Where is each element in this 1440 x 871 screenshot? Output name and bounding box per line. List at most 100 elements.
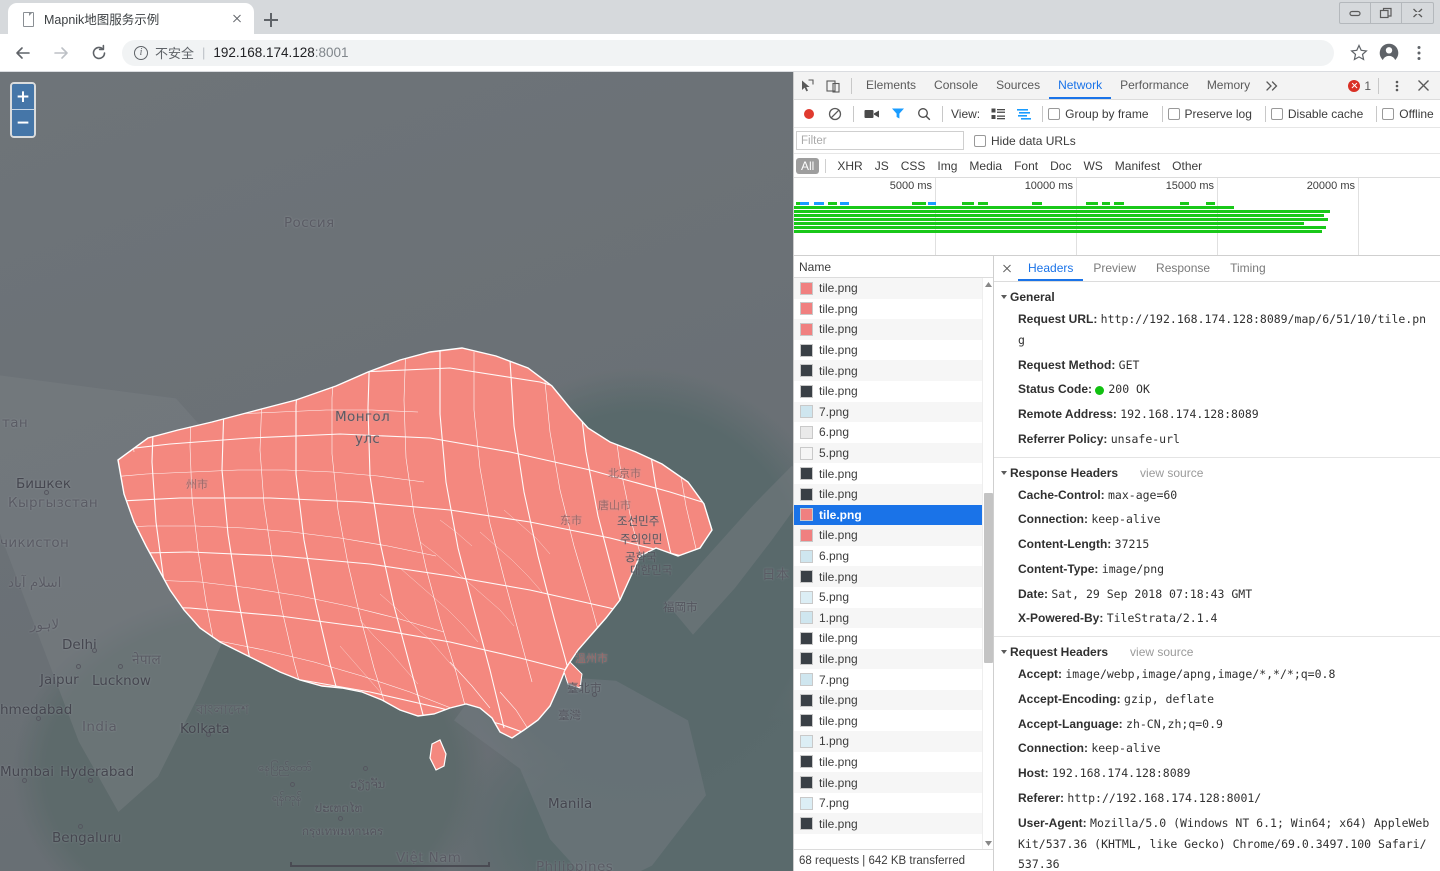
star-icon[interactable] xyxy=(1344,38,1374,68)
checkbox-disable-cache[interactable]: Disable cache xyxy=(1270,107,1363,121)
reload-icon[interactable] xyxy=(84,38,114,68)
type-filter-other[interactable]: Other xyxy=(1167,158,1207,174)
clear-icon[interactable] xyxy=(822,101,848,127)
inspect-element-icon[interactable] xyxy=(794,73,820,99)
scroll-up-icon[interactable] xyxy=(983,278,993,290)
table-row[interactable]: tile.png xyxy=(794,689,993,711)
tab-memory[interactable]: Memory xyxy=(1198,72,1259,99)
more-vertical-icon[interactable] xyxy=(1404,38,1434,68)
table-row[interactable]: tile.png xyxy=(794,628,993,649)
table-row[interactable]: tile.png xyxy=(794,813,993,835)
type-filter-css[interactable]: CSS xyxy=(896,158,931,174)
general-section-header[interactable]: General xyxy=(994,287,1440,307)
table-row[interactable]: 1.png xyxy=(794,607,993,629)
table-row[interactable]: tile.png xyxy=(794,340,993,361)
resource-thumbnail-icon xyxy=(800,405,813,419)
detail-tab-timing[interactable]: Timing xyxy=(1220,256,1276,281)
detail-tab-response[interactable]: Response xyxy=(1146,256,1220,281)
chevron-double-right-icon[interactable] xyxy=(1259,73,1285,99)
checkbox-group-by-frame[interactable]: Group by frame xyxy=(1048,107,1149,121)
response-headers-section-header[interactable]: Response Headers view source xyxy=(994,463,1440,483)
type-filter-ws[interactable]: WS xyxy=(1078,158,1107,174)
table-row[interactable]: tile.png xyxy=(794,483,993,505)
type-filter-img[interactable]: Img xyxy=(932,158,962,174)
view-source-link[interactable]: view source xyxy=(1140,466,1203,480)
tab-console[interactable]: Console xyxy=(925,72,987,99)
type-filter-xhr[interactable]: XHR xyxy=(832,158,867,174)
list-view-icon[interactable] xyxy=(985,101,1011,127)
close-icon[interactable] xyxy=(1410,73,1436,99)
back-arrow-icon[interactable] xyxy=(8,38,38,68)
request-headers-section-header[interactable]: Request Headers view source xyxy=(994,642,1440,662)
close-icon[interactable] xyxy=(1402,3,1433,23)
request-list-scroll[interactable]: tile.png tile.png tile.png tile.png tile.png… xyxy=(794,278,993,849)
zoom-out-button[interactable]: − xyxy=(12,110,34,136)
type-filter-js[interactable]: JS xyxy=(870,158,894,174)
table-row[interactable]: 7.png xyxy=(794,793,993,814)
header-key: Connection: xyxy=(1018,512,1092,527)
tab-elements[interactable]: Elements xyxy=(857,72,925,99)
table-row[interactable]: 5.png xyxy=(794,442,993,464)
site-info-icon[interactable] xyxy=(134,45,148,61)
scroll-down-icon[interactable] xyxy=(983,837,993,849)
checkbox-preserve-log[interactable]: Preserve log xyxy=(1167,107,1252,121)
checkbox-offline[interactable]: Offline xyxy=(1382,107,1434,121)
type-filter-media[interactable]: Media xyxy=(964,158,1007,174)
tab-sources[interactable]: Sources xyxy=(987,72,1049,99)
type-filter-all[interactable]: All xyxy=(796,157,820,174)
table-row[interactable]: tile.png xyxy=(794,525,993,546)
table-row[interactable]: 7.png xyxy=(794,669,993,690)
table-row[interactable]: 1.png xyxy=(794,731,993,752)
zoom-in-button[interactable]: + xyxy=(12,84,34,110)
table-row[interactable]: tile.png xyxy=(794,648,993,670)
table-row[interactable]: tile.png xyxy=(794,772,993,793)
error-badge[interactable]: 1 xyxy=(1348,79,1373,93)
detail-tab-headers[interactable]: Headers xyxy=(1018,256,1084,281)
map-viewport[interactable]: + − Россия Монгол улс тан Бишкек Кыргызстан чи… xyxy=(0,72,793,871)
more-vertical-icon[interactable] xyxy=(1384,73,1410,99)
table-row[interactable]: tile.png xyxy=(794,752,993,773)
type-filter-font[interactable]: Font xyxy=(1009,158,1043,174)
table-row[interactable]: tile.png xyxy=(794,299,993,320)
address-bar[interactable]: 不安全 | 192.168.174.128 :8001 xyxy=(122,39,1334,66)
table-row[interactable]: tile.png xyxy=(794,381,993,402)
filter-input[interactable]: Filter xyxy=(796,131,964,150)
filter-icon[interactable] xyxy=(885,101,911,127)
table-row[interactable]: tile.png xyxy=(794,710,993,731)
browser-tab[interactable]: Mapnik地图服务示例 xyxy=(8,3,254,34)
type-filter-doc[interactable]: Doc xyxy=(1045,158,1076,174)
close-icon[interactable] xyxy=(996,258,1018,280)
table-row[interactable]: 6.png xyxy=(794,546,993,567)
table-row[interactable]: tile.png xyxy=(794,360,993,381)
table-row[interactable]: tile.png xyxy=(794,319,993,340)
close-icon[interactable] xyxy=(228,10,246,28)
minimize-icon[interactable] xyxy=(1340,3,1371,23)
type-filter-manifest[interactable]: Manifest xyxy=(1110,158,1165,174)
table-row[interactable]: tile.png xyxy=(794,566,993,587)
tab-performance[interactable]: Performance xyxy=(1111,72,1198,99)
table-row[interactable]: 7.png xyxy=(794,401,993,423)
network-overview-timeline[interactable]: 5000 ms 10000 ms 15000 ms 20000 ms xyxy=(794,178,1440,256)
table-row[interactable]: 5.png xyxy=(794,587,993,608)
scrollbar-thumb[interactable] xyxy=(984,493,993,663)
restore-icon[interactable] xyxy=(1371,3,1402,23)
table-row[interactable]: tile.png xyxy=(794,504,993,526)
record-icon[interactable] xyxy=(796,101,822,127)
device-toolbar-icon[interactable] xyxy=(820,73,846,99)
waterfall-view-icon[interactable] xyxy=(1011,101,1037,127)
column-header-name[interactable]: Name xyxy=(794,256,993,278)
map-zoom-controls[interactable]: + − xyxy=(10,82,36,138)
list-scrollbar[interactable] xyxy=(982,278,993,849)
detail-tab-preview[interactable]: Preview xyxy=(1083,256,1146,281)
table-row[interactable]: tile.png xyxy=(794,463,993,484)
camera-icon[interactable] xyxy=(859,101,885,127)
table-row[interactable]: tile.png xyxy=(794,278,993,299)
view-source-link[interactable]: view source xyxy=(1130,645,1193,659)
hide-data-urls-checkbox[interactable]: Hide data URLs xyxy=(974,134,1076,148)
table-row[interactable]: 6.png xyxy=(794,422,993,443)
tab-network[interactable]: Network xyxy=(1049,72,1112,99)
search-icon[interactable] xyxy=(911,101,937,127)
resource-thumbnail-icon xyxy=(800,487,813,501)
account-icon[interactable] xyxy=(1374,38,1404,68)
new-tab-button[interactable] xyxy=(258,7,284,33)
